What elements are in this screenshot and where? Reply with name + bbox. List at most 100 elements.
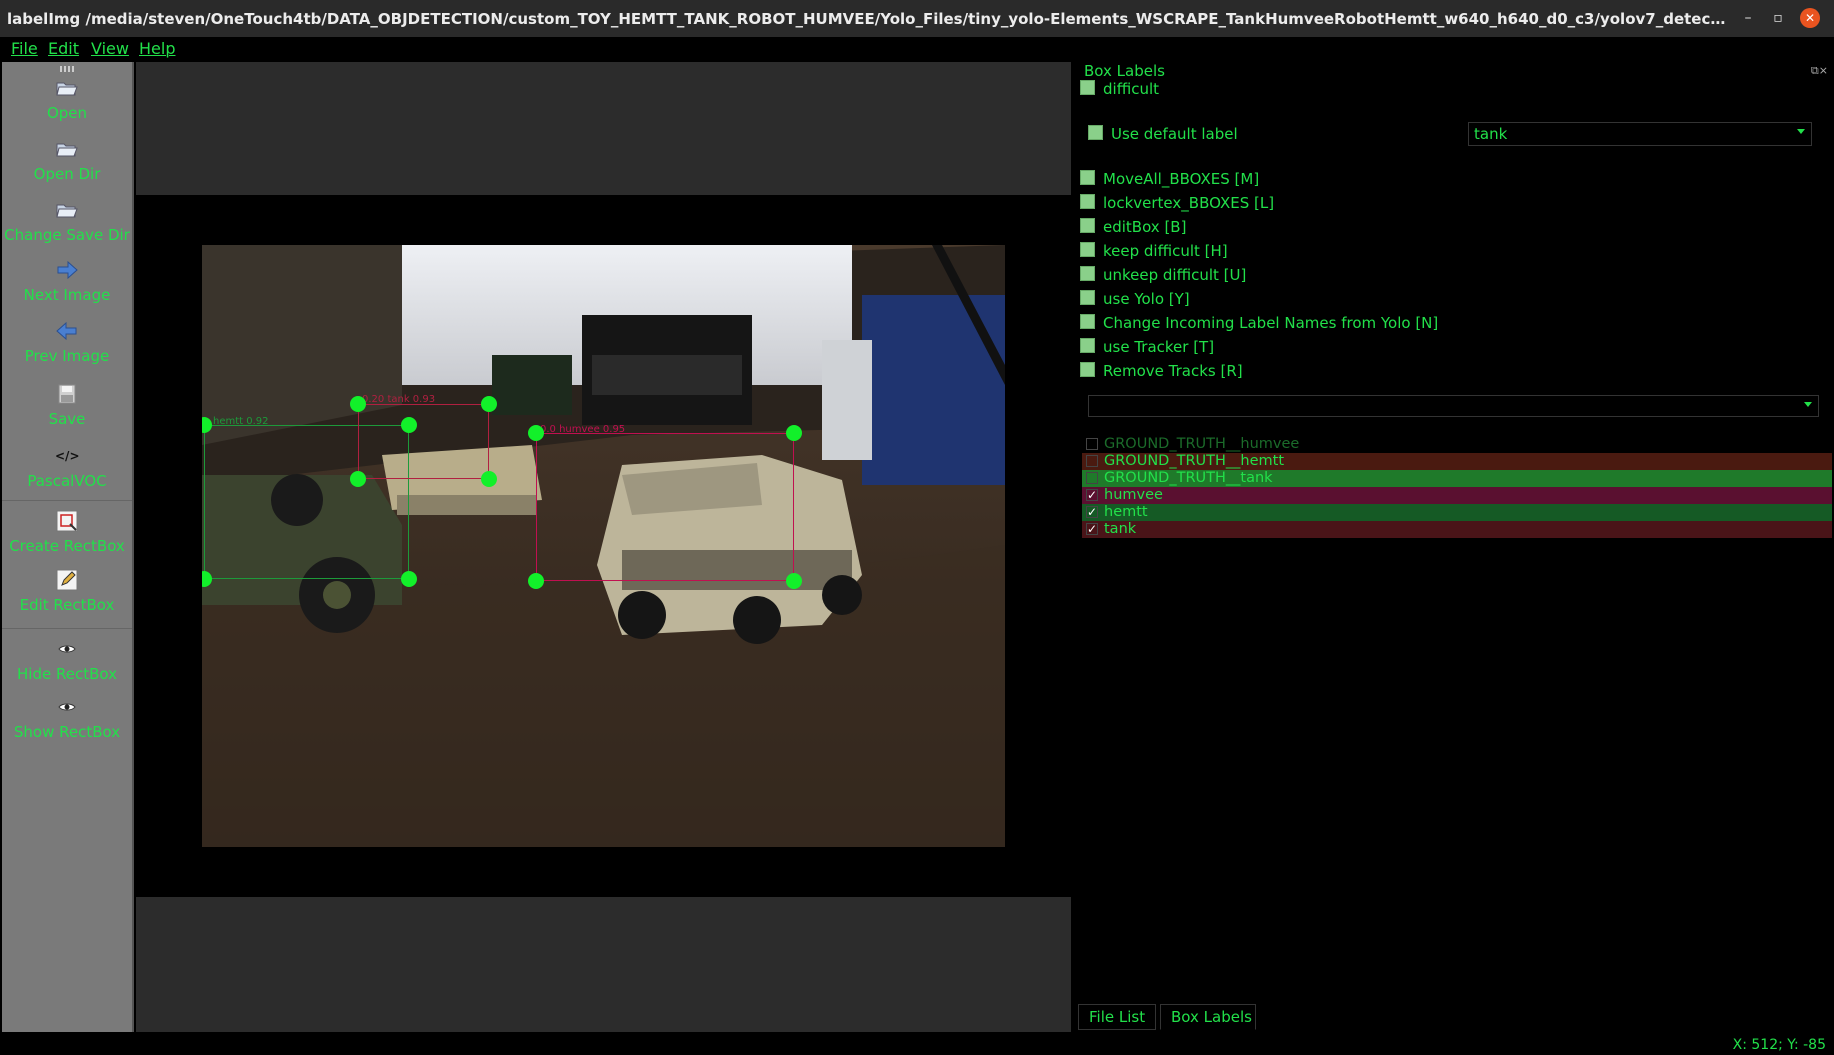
- vertex-handle[interactable]: [350, 471, 366, 487]
- vertex-handle[interactable]: [350, 396, 366, 412]
- option-editbox[interactable]: editBox [B]: [1080, 218, 1186, 236]
- format-pascalvoc-button[interactable]: </> PascalVOC: [2, 444, 132, 490]
- vertex-handle[interactable]: [481, 471, 497, 487]
- checkbox-icon: [1080, 362, 1095, 377]
- show-rectbox-button[interactable]: Show RectBox: [2, 695, 132, 741]
- checkbox-icon: [1080, 242, 1095, 257]
- save-button[interactable]: Save: [2, 382, 132, 428]
- bbox-tank[interactable]: 0.20 tank 0.93: [358, 394, 489, 479]
- prev-image-button[interactable]: Prev Image: [2, 319, 132, 365]
- label-list-item-text: hemtt: [1104, 504, 1148, 520]
- vertex-handle[interactable]: [401, 571, 417, 587]
- label-list-item[interactable]: ✓ hemtt: [1082, 504, 1832, 521]
- use-default-label-checkbox[interactable]: Use default label: [1088, 125, 1238, 143]
- label-filter-combobox[interactable]: [1088, 395, 1819, 417]
- next-image-button[interactable]: Next Image: [2, 258, 132, 304]
- tab-file-list[interactable]: File List: [1078, 1004, 1156, 1030]
- box-labels-dock: Box Labels ⧉⨯ difficult Use default labe…: [1074, 62, 1834, 1032]
- canvas-background: hemtt 0.92 0.20 tank 0.93 0.0 humvee 0.9…: [136, 195, 1071, 897]
- open-label: Open: [46, 104, 88, 122]
- option-use-tracker[interactable]: use Tracker [T]: [1080, 338, 1214, 356]
- edit-rectbox-button[interactable]: Edit RectBox: [2, 568, 132, 614]
- menu-view[interactable]: View: [91, 39, 129, 58]
- label-list-item[interactable]: ✓ tank: [1082, 521, 1832, 538]
- option-change-label-names[interactable]: Change Incoming Label Names from Yolo [N…: [1080, 314, 1438, 332]
- option-label: Remove Tracks [R]: [1103, 362, 1243, 380]
- label-list-item[interactable]: ✓ humvee: [1082, 487, 1832, 504]
- checkmark-icon[interactable]: ✓: [1086, 506, 1098, 518]
- vertex-handle[interactable]: [528, 425, 544, 441]
- show-rectbox-label: Show RectBox: [13, 723, 121, 741]
- vertex-handle[interactable]: [786, 425, 802, 441]
- change-save-dir-label: Change Save Dir: [4, 226, 130, 244]
- open-button[interactable]: Open: [2, 76, 132, 122]
- folder-icon: [56, 143, 78, 157]
- create-rectbox-button[interactable]: Create RectBox: [2, 500, 132, 555]
- chevron-down-icon: [1797, 129, 1805, 134]
- label-list-item[interactable]: GROUND_TRUTH__tank: [1082, 470, 1832, 487]
- option-label: lockvertex_BBOXES [L]: [1103, 194, 1275, 212]
- window-titlebar: labelImg /media/steven/OneTouch4tb/DATA_…: [0, 0, 1834, 37]
- checkmark-icon[interactable]: ✓: [1086, 489, 1098, 501]
- checkbox-icon: [1080, 290, 1095, 305]
- menu-edit[interactable]: Edit: [48, 39, 79, 58]
- photo: hemtt 0.92 0.20 tank 0.93 0.0 humvee 0.9…: [202, 245, 1005, 847]
- edit-pencil-icon: [56, 569, 78, 591]
- bbox-hemtt-label: hemtt 0.92: [213, 416, 269, 427]
- checkbox-icon: [1080, 338, 1095, 353]
- option-use-yolo[interactable]: use Yolo [Y]: [1080, 290, 1190, 308]
- default-label-combobox[interactable]: tank: [1468, 122, 1812, 146]
- checkbox-icon: [1080, 170, 1095, 185]
- edit-rectbox-label: Edit RectBox: [19, 596, 115, 614]
- option-label: keep difficult [H]: [1103, 242, 1228, 260]
- checkbox-icon[interactable]: [1086, 438, 1098, 450]
- option-keep-difficult[interactable]: keep difficult [H]: [1080, 242, 1228, 260]
- label-list-item[interactable]: GROUND_TRUTH__humvee: [1082, 436, 1832, 453]
- option-moveall-bboxes[interactable]: MoveAll_BBOXES [M]: [1080, 170, 1259, 188]
- create-rectbox-label: Create RectBox: [9, 537, 125, 555]
- minimize-button[interactable]: –: [1738, 8, 1758, 28]
- hide-rectbox-label: Hide RectBox: [17, 665, 117, 683]
- checkmark-icon[interactable]: ✓: [1086, 523, 1098, 535]
- difficult-checkbox[interactable]: difficult: [1080, 80, 1159, 98]
- eye-icon: [58, 703, 76, 711]
- next-image-label: Next Image: [23, 286, 111, 304]
- prev-image-label: Prev Image: [24, 347, 110, 365]
- open-dir-label: Open Dir: [33, 165, 101, 183]
- menu-help[interactable]: Help: [139, 39, 175, 58]
- dock-title: Box Labels: [1084, 62, 1165, 80]
- tab-box-labels[interactable]: Box Labels: [1160, 1004, 1256, 1030]
- toolbar: Open Open Dir Change Save Dir Next Image…: [2, 62, 134, 1032]
- option-unkeep-difficult[interactable]: unkeep difficult [U]: [1080, 266, 1246, 284]
- hide-rectbox-button[interactable]: Hide RectBox: [2, 628, 132, 683]
- save-label: Save: [48, 410, 86, 428]
- checkbox-icon[interactable]: [1086, 455, 1098, 467]
- vertex-handle[interactable]: [481, 396, 497, 412]
- close-button[interactable]: ✕: [1800, 8, 1820, 28]
- vertex-handle[interactable]: [528, 573, 544, 589]
- menu-file[interactable]: File: [11, 39, 38, 58]
- option-label: use Yolo [Y]: [1103, 290, 1190, 308]
- option-lockvertex-bboxes[interactable]: lockvertex_BBOXES [L]: [1080, 194, 1274, 212]
- use-default-label-text: Use default label: [1111, 125, 1238, 143]
- menu-bar: File Edit View Help: [0, 37, 1834, 62]
- dock-float-close-icon[interactable]: ⧉⨯: [1811, 64, 1828, 78]
- open-dir-button[interactable]: Open Dir: [2, 137, 132, 183]
- vertex-handle[interactable]: [786, 573, 802, 589]
- bbox-humvee[interactable]: 0.0 humvee 0.95: [536, 424, 794, 581]
- change-save-dir-button[interactable]: Change Save Dir: [2, 198, 132, 244]
- label-list-item[interactable]: GROUND_TRUTH__hemtt: [1082, 453, 1832, 470]
- arrow-left-icon: [56, 321, 77, 341]
- label-list-item-text: GROUND_TRUTH__humvee: [1104, 436, 1300, 452]
- option-remove-tracks[interactable]: Remove Tracks [R]: [1080, 362, 1243, 380]
- checkbox-icon: [1088, 125, 1103, 140]
- window-title: labelImg /media/steven/OneTouch4tb/DATA_…: [7, 10, 1727, 28]
- vertex-handle[interactable]: [401, 417, 417, 433]
- toolbar-grip-icon[interactable]: [60, 66, 76, 72]
- option-label: editBox [B]: [1103, 218, 1187, 236]
- restore-button[interactable]: ▫: [1768, 8, 1788, 28]
- arrow-right-icon: [57, 260, 78, 280]
- folder-save-icon: [56, 204, 78, 218]
- checkbox-icon[interactable]: [1086, 472, 1098, 484]
- image-canvas[interactable]: hemtt 0.92 0.20 tank 0.93 0.0 humvee 0.9…: [136, 62, 1071, 1032]
